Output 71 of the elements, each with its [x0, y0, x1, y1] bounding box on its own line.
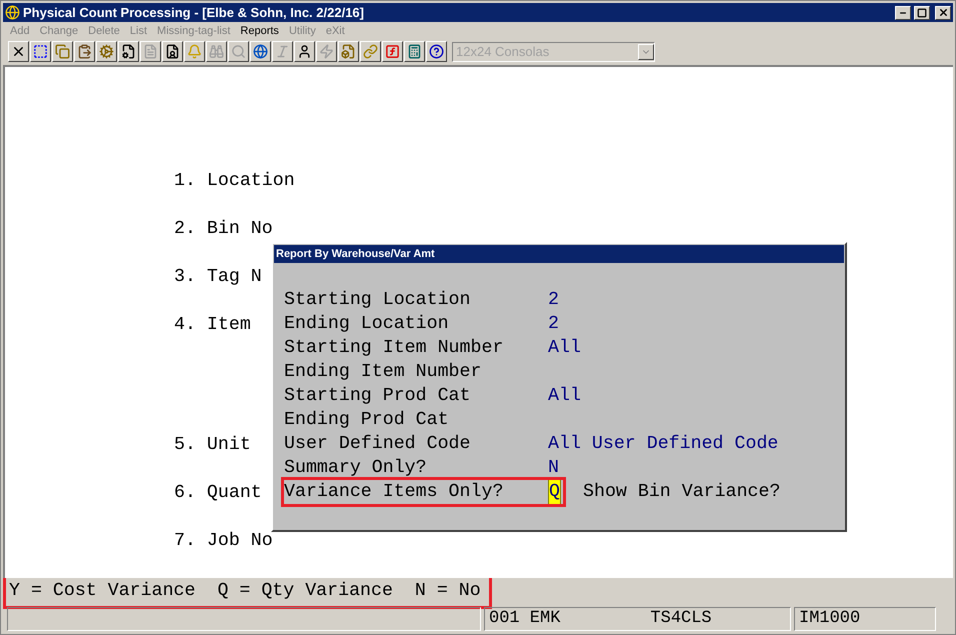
toolbar-button[interactable] [426, 41, 447, 62]
screen-menu-option: 7. Job No [174, 529, 273, 553]
document-person-icon [165, 44, 180, 59]
function-icon [385, 44, 400, 59]
screen-menu-option: 6. Quant [174, 481, 262, 505]
close-button[interactable] [935, 6, 951, 20]
screen-menu-option: 5. Unit [174, 433, 251, 457]
toolbar-button[interactable] [74, 41, 95, 62]
document-box-icon [341, 44, 356, 59]
field-label: User Defined Code [284, 433, 472, 456]
close-icon [11, 44, 26, 59]
dialog-title: Report By Warehouse/Var Amt [276, 247, 435, 262]
bell-icon [187, 44, 202, 59]
italic-letter-icon [275, 44, 290, 59]
field-value: All [548, 385, 581, 408]
search-icon [231, 44, 246, 59]
field-value: All User Defined Code [548, 433, 778, 456]
toolbar-button[interactable] [162, 41, 183, 62]
status-text: TS4CLS [650, 608, 712, 630]
help-icon [429, 44, 444, 59]
screen-menu-option: 3. Tag N [174, 265, 262, 289]
app-logo-icon [5, 5, 20, 20]
toolbar-button[interactable] [338, 41, 359, 62]
screen-menu-option: 4. Item [174, 313, 251, 337]
toolbar-button[interactable] [184, 41, 205, 62]
field-label: Starting Location [284, 289, 472, 312]
status-text: IM1000 [799, 608, 860, 630]
field-label: Ending Prod Cat [284, 409, 450, 432]
field-value: All [548, 337, 581, 360]
copy-icon [55, 44, 70, 59]
field-value: 2 [548, 313, 559, 336]
toolbar-button[interactable] [30, 41, 51, 62]
field-label: Ending Location [284, 313, 450, 336]
binoculars-icon [209, 44, 224, 59]
field-label: Starting Prod Cat [284, 385, 472, 408]
status-text: 001 EMK [489, 608, 560, 630]
menu-item[interactable]: Reports [240, 22, 279, 40]
document-icon [143, 44, 158, 59]
toolbar-button[interactable] [52, 41, 73, 62]
field-label: Variance Items Only? [284, 481, 504, 504]
document-gear-icon [121, 44, 136, 59]
field-value[interactable]: Q [548, 479, 561, 505]
globe-icon [253, 44, 268, 59]
screen-menu-option: 2. Bin No [174, 217, 273, 241]
toolbar-button[interactable] [250, 41, 271, 62]
gear-icon [99, 44, 114, 59]
calculator-icon [407, 44, 422, 59]
toolbar-button[interactable] [118, 41, 139, 62]
toolbar-button[interactable] [360, 41, 381, 62]
maximize-button[interactable] [914, 6, 930, 20]
field-label: Ending Item Number [284, 361, 482, 384]
toolbar-button[interactable] [382, 41, 403, 62]
clipboard-icon [77, 44, 92, 59]
toolbar-button[interactable] [8, 41, 29, 62]
screen-menu-option: 1. Location [174, 169, 295, 193]
chain-link-icon [363, 44, 378, 59]
toolbar-button[interactable] [404, 41, 425, 62]
person-icon [297, 44, 312, 59]
field-value: N [548, 457, 559, 480]
toolbar-button[interactable] [96, 41, 117, 62]
field-label: Show Bin Variance? [583, 481, 780, 504]
field-value: 2 [548, 289, 559, 312]
dashed-square-icon [33, 44, 48, 59]
field-label: Starting Item Number [284, 337, 504, 360]
lightning-icon [319, 44, 334, 59]
field-label: Summary Only? [284, 457, 428, 480]
window-title: Physical Count Processing - [Elbe & Sohn, Inc. 2/22/16] [23, 6, 364, 19]
close-icon [938, 7, 948, 18]
minimize-button[interactable] [895, 6, 911, 20]
toolbar-button[interactable] [294, 41, 315, 62]
maximize-icon [917, 8, 927, 18]
